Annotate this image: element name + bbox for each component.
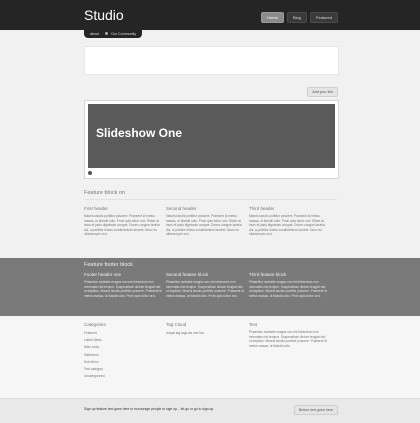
- feature-block-title: Feature block on: [84, 190, 125, 196]
- feature-text-1: Mauris iaculis porttitor posuere. Praese…: [84, 214, 160, 237]
- feature-header-3: Third header: [249, 206, 275, 211]
- feature-header-1: First header: [84, 206, 109, 211]
- subtab-community-label: Our Community: [111, 32, 137, 36]
- footer-feature-column-3: Third feature block Phasellus molestie m…: [249, 272, 327, 298]
- sub-tabs: about Our Community: [84, 30, 143, 38]
- feature-column-2: Second header Mauris iaculis porttitor p…: [166, 206, 244, 237]
- feature-column-1: First header Mauris iaculis porttitor po…: [84, 206, 162, 237]
- footer-text: Sign up feature text goes here to encour…: [84, 407, 215, 411]
- divider: [84, 199, 337, 200]
- top-content-box: [84, 46, 339, 75]
- footer-feature-text-2: Phasellus molestie magna non est bibendu…: [166, 280, 244, 298]
- categories-list: Featured Latest News Main Links Slidesho…: [84, 331, 162, 378]
- nav-blog[interactable]: Blog: [286, 12, 307, 23]
- footer-feature-text-1: Phasellus molestie magna non est bibendu…: [84, 280, 162, 298]
- slide[interactable]: Slideshow One: [88, 104, 335, 168]
- category-link[interactable]: Uncategorized: [84, 374, 162, 378]
- category-link[interactable]: Slideshow: [84, 353, 162, 357]
- footer-button[interactable]: Button text goes here: [293, 405, 338, 415]
- feature-header-2: Second header: [166, 206, 197, 211]
- header: Studio Home Blog Featured: [0, 0, 420, 30]
- tag-cloud-widget: Tag Cloud drupal tag tags tax one two: [166, 322, 244, 335]
- feature-footer-title: Feature footer block: [84, 262, 133, 268]
- tag-cloud-links[interactable]: drupal tag tags tax one two: [166, 331, 244, 335]
- feature-footer-band: Feature footer block Footer header one P…: [0, 258, 420, 316]
- nav-featured[interactable]: Featured: [309, 12, 338, 23]
- add-link-button[interactable]: Add your link: [307, 87, 338, 97]
- category-link[interactable]: Featured: [84, 331, 162, 335]
- sub-nav-bar: about Our Community: [84, 30, 340, 38]
- slide-title: Slideshow One: [96, 126, 183, 140]
- feature-text-3: Mauris iaculis porttitor posuere. Praese…: [249, 214, 325, 237]
- footer-feature-column-2: Second feature block Phasellus molestie …: [166, 272, 244, 298]
- slide-pager-dot[interactable]: [88, 171, 92, 175]
- main-nav: Home Blog Featured: [261, 12, 338, 23]
- tag-cloud-title: Tag Cloud: [166, 322, 187, 327]
- category-link[interactable]: Latest News: [84, 338, 162, 342]
- text-widget-body: Phasellus molestie magna non est bibendu…: [249, 330, 327, 348]
- subtab-about[interactable]: about: [90, 32, 99, 36]
- footer-feature-header-1: Footer header one: [84, 272, 122, 277]
- site-logo[interactable]: Studio: [84, 7, 124, 23]
- text-widget: Text Phasellus molestie magna non est bi…: [249, 322, 327, 348]
- feature-text-2: Mauris iaculis porttitor posuere. Praese…: [166, 214, 242, 237]
- footer-bar: Sign up feature text goes here to encour…: [0, 398, 420, 423]
- subtab-community[interactable]: Our Community: [105, 32, 136, 36]
- footer-feature-column-1: Footer header one Phasellus molestie mag…: [84, 272, 162, 298]
- slideshow: Slideshow One: [84, 100, 339, 179]
- footer-feature-text-3: Phasellus molestie magna non est bibendu…: [249, 280, 327, 298]
- bullet-icon: [105, 32, 108, 35]
- category-link[interactable]: Test category: [84, 367, 162, 371]
- footer-feature-header-3: Third feature block: [249, 272, 287, 277]
- footer-feature-header-2: Second feature block: [166, 272, 209, 277]
- bottom-widgets: Categories Featured Latest News Main Lin…: [0, 316, 420, 408]
- feature-column-3: Third header Mauris iaculis porttitor po…: [249, 206, 327, 237]
- page: Studio Home Blog Featured about Our Comm…: [0, 0, 420, 423]
- category-link[interactable]: Main Links: [84, 345, 162, 349]
- text-widget-title: Text: [249, 322, 258, 327]
- categories-title: Categories: [84, 322, 106, 327]
- category-link[interactable]: Sub Menu: [84, 360, 162, 364]
- nav-home[interactable]: Home: [261, 12, 284, 23]
- categories-widget: Categories Featured Latest News Main Lin…: [84, 322, 162, 381]
